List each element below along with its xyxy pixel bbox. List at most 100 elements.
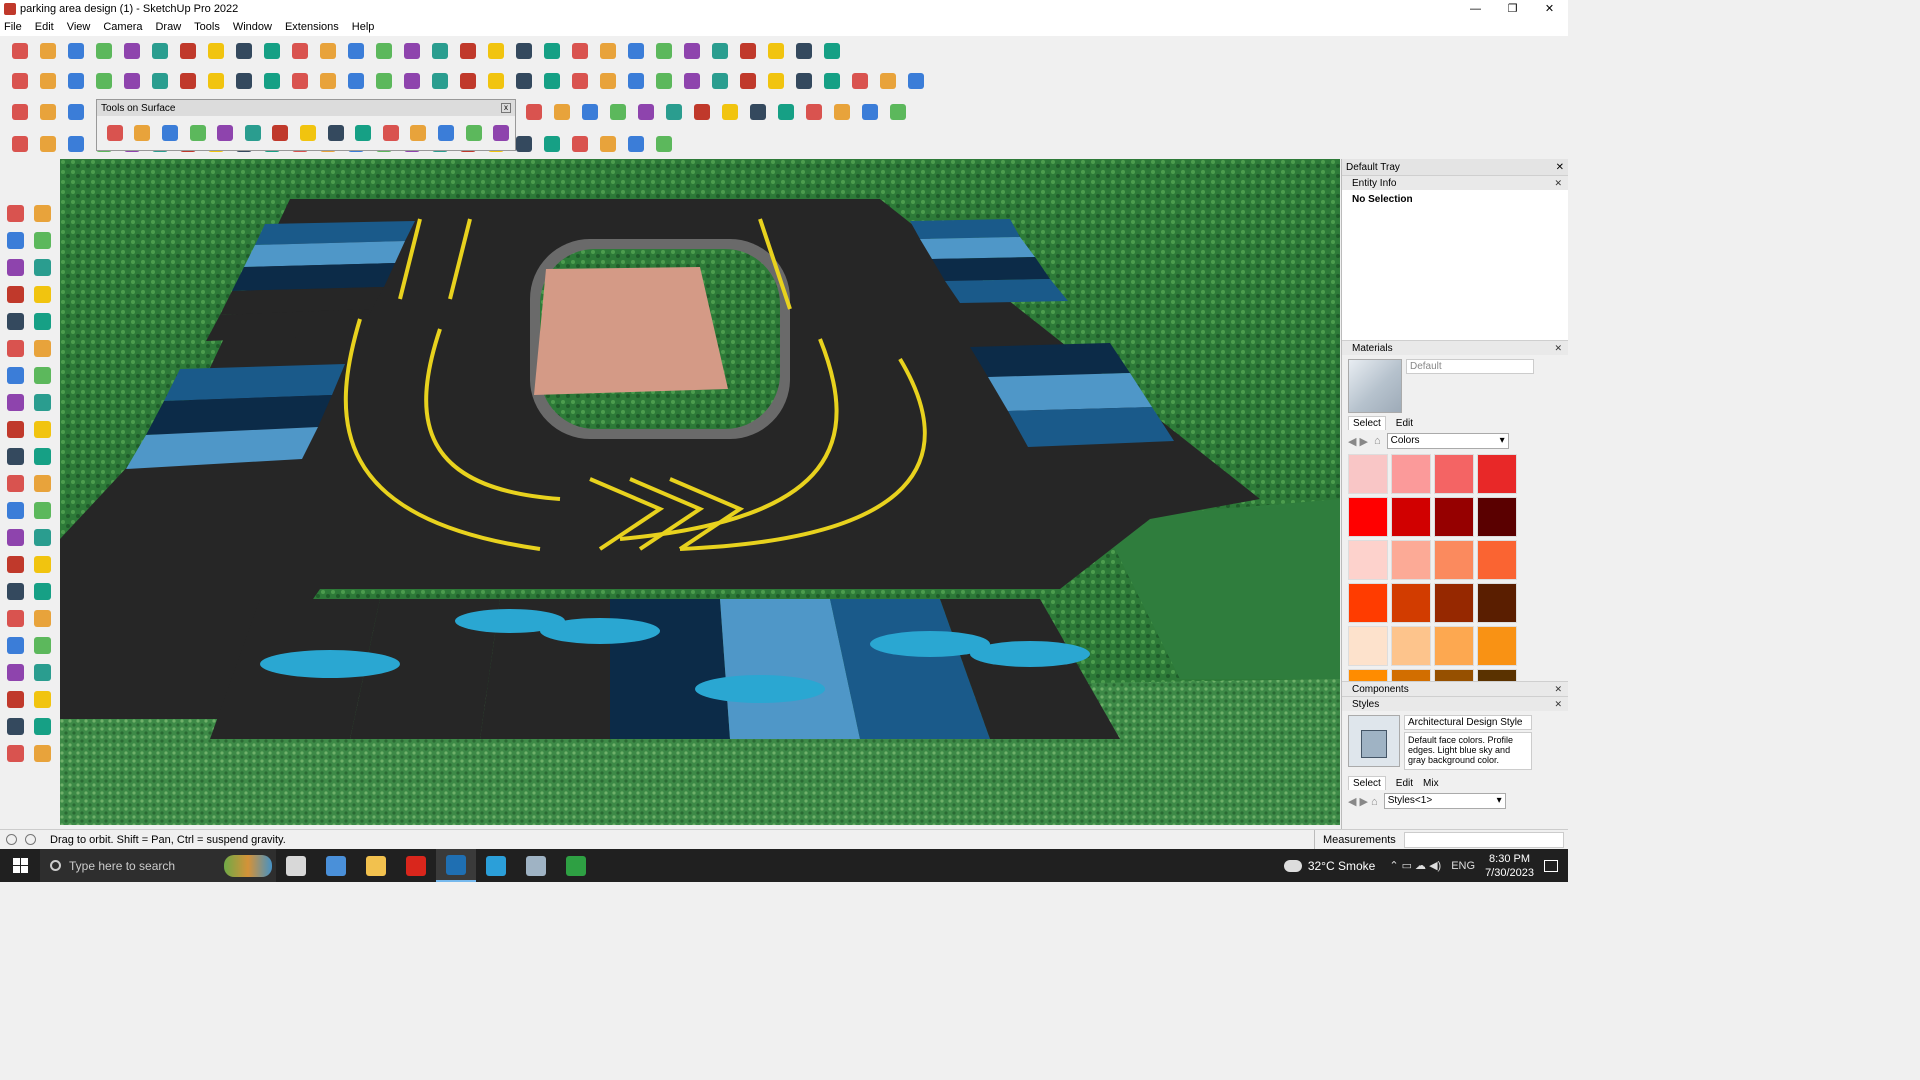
- rotated-rectangle-icon[interactable]: [29, 308, 56, 335]
- smoove-icon[interactable]: [400, 69, 424, 93]
- task-view-taskbar-button[interactable]: [276, 849, 316, 882]
- generate-faces-icon[interactable]: [462, 121, 486, 145]
- section-fill-icon[interactable]: [708, 69, 732, 93]
- add-detail-icon[interactable]: [484, 69, 508, 93]
- menu-file[interactable]: File: [4, 21, 22, 33]
- undo-icon[interactable]: [764, 39, 788, 63]
- move-icon[interactable]: [232, 39, 256, 63]
- zoom-extents-icon[interactable]: [484, 39, 508, 63]
- rotate-icon[interactable]: [2, 443, 29, 470]
- three-d-text-icon[interactable]: [29, 551, 56, 578]
- zoom-extents-icon[interactable]: [2, 632, 29, 659]
- styles-tab-mix[interactable]: Mix: [1423, 778, 1439, 789]
- shadows-icon[interactable]: [29, 740, 56, 767]
- textured-icon[interactable]: [288, 69, 312, 93]
- clock[interactable]: 8:30 PM 7/30/2023: [1485, 852, 1534, 880]
- position-camera-icon[interactable]: [2, 659, 29, 686]
- building-icon[interactable]: [624, 69, 648, 93]
- parallelogram-surface-icon[interactable]: [269, 121, 293, 145]
- file-explorer-taskbar-button[interactable]: [356, 849, 396, 882]
- styles-icon[interactable]: [2, 740, 29, 767]
- select-arrow-icon[interactable]: [2, 200, 29, 227]
- section-plane-icon[interactable]: [29, 686, 56, 713]
- color-swatch[interactable]: [1391, 669, 1431, 681]
- delete-faces-icon[interactable]: [489, 121, 513, 145]
- make-face-icon[interactable]: [407, 121, 431, 145]
- color-swatch[interactable]: [1434, 626, 1474, 666]
- styles-close-icon[interactable]: ✕: [1554, 699, 1562, 710]
- style-description-field[interactable]: Default face colors. Profile edges. Ligh…: [1404, 732, 1532, 770]
- menu-view[interactable]: View: [67, 21, 91, 33]
- color-swatch[interactable]: [1434, 669, 1474, 681]
- tile-icon[interactable]: [746, 100, 770, 124]
- color-swatch[interactable]: [1348, 626, 1388, 666]
- styles-header[interactable]: Styles ✕: [1342, 696, 1568, 711]
- array-icon[interactable]: [886, 100, 910, 124]
- materials-tab-edit[interactable]: Edit: [1396, 418, 1413, 429]
- app-window-taskbar-button[interactable]: [516, 849, 556, 882]
- plane-icon[interactable]: [36, 100, 60, 124]
- offset-icon[interactable]: [29, 470, 56, 497]
- arc-icon[interactable]: [2, 362, 29, 389]
- pan-icon[interactable]: [428, 39, 452, 63]
- right-view-icon[interactable]: [92, 69, 116, 93]
- color-swatch[interactable]: [1434, 583, 1474, 623]
- house-icon[interactable]: [596, 69, 620, 93]
- solid-trim-icon[interactable]: [820, 69, 844, 93]
- spiral-icon[interactable]: [578, 100, 602, 124]
- materials-tab-select[interactable]: Select: [1348, 416, 1386, 430]
- entity-info-header[interactable]: Entity Info ✕: [1342, 175, 1568, 190]
- notifications-icon[interactable]: [1544, 859, 1558, 872]
- color-swatch[interactable]: [1391, 497, 1431, 537]
- arc-surface-icon[interactable]: [296, 121, 320, 145]
- shaded-icon[interactable]: [260, 69, 284, 93]
- solid-outer-icon[interactable]: [876, 69, 900, 93]
- style-name-field[interactable]: Architectural Design Style: [1404, 715, 1532, 730]
- top-view-icon[interactable]: [36, 69, 60, 93]
- magnet-icon[interactable]: [690, 100, 714, 124]
- color-swatch[interactable]: [1477, 583, 1517, 623]
- walk-icon[interactable]: [2, 686, 29, 713]
- left-view-icon[interactable]: [148, 69, 172, 93]
- grid3-icon[interactable]: [802, 100, 826, 124]
- two-point-arc-icon[interactable]: [29, 362, 56, 389]
- axes-icon[interactable]: [680, 39, 704, 63]
- polygon-surface-icon[interactable]: [213, 121, 237, 145]
- tools-on-surface-close-button[interactable]: x: [501, 103, 511, 113]
- minimize-button[interactable]: —: [1457, 0, 1494, 18]
- front-view-icon[interactable]: [64, 69, 88, 93]
- polyline-surface-icon[interactable]: [324, 121, 348, 145]
- camtasia-taskbar-button[interactable]: [556, 849, 596, 882]
- zoom-window-icon[interactable]: [29, 605, 56, 632]
- warehouse-icon[interactable]: [540, 69, 564, 93]
- styles-nav-icon[interactable]: ◀ ▶ ⌂: [1348, 795, 1378, 808]
- taskbar-search[interactable]: Type here to search: [40, 849, 276, 882]
- orbit-icon[interactable]: [2, 578, 29, 605]
- acrobat-taskbar-button[interactable]: [396, 849, 436, 882]
- protractor-icon[interactable]: [2, 524, 29, 551]
- menu-tools[interactable]: Tools: [194, 21, 220, 33]
- zoom-icon[interactable]: [8, 39, 32, 63]
- styles-icon[interactable]: [596, 39, 620, 63]
- camera-iso-icon[interactable]: [8, 69, 32, 93]
- back-view-icon[interactable]: [120, 69, 144, 93]
- color-swatch[interactable]: [1348, 454, 1388, 494]
- color-swatch[interactable]: [1434, 540, 1474, 580]
- polygon-icon[interactable]: [652, 132, 676, 156]
- paint-icon[interactable]: [2, 227, 29, 254]
- ramp-icon[interactable]: [596, 132, 620, 156]
- ellipse-surface-icon[interactable]: [241, 121, 265, 145]
- calculator-taskbar-button[interactable]: [316, 849, 356, 882]
- follow-me-icon[interactable]: [204, 39, 228, 63]
- menu-help[interactable]: Help: [352, 21, 375, 33]
- xray-icon[interactable]: [708, 39, 732, 63]
- pyramid-icon[interactable]: [64, 100, 88, 124]
- line-icon[interactable]: [92, 39, 116, 63]
- section-icon[interactable]: [568, 39, 592, 63]
- rectangle-icon[interactable]: [148, 39, 172, 63]
- material-name-field[interactable]: Default: [1406, 359, 1534, 374]
- extension-icon[interactable]: [568, 69, 592, 93]
- color-swatch[interactable]: [1391, 540, 1431, 580]
- paint-bucket-icon[interactable]: [372, 39, 396, 63]
- redo-icon[interactable]: [792, 39, 816, 63]
